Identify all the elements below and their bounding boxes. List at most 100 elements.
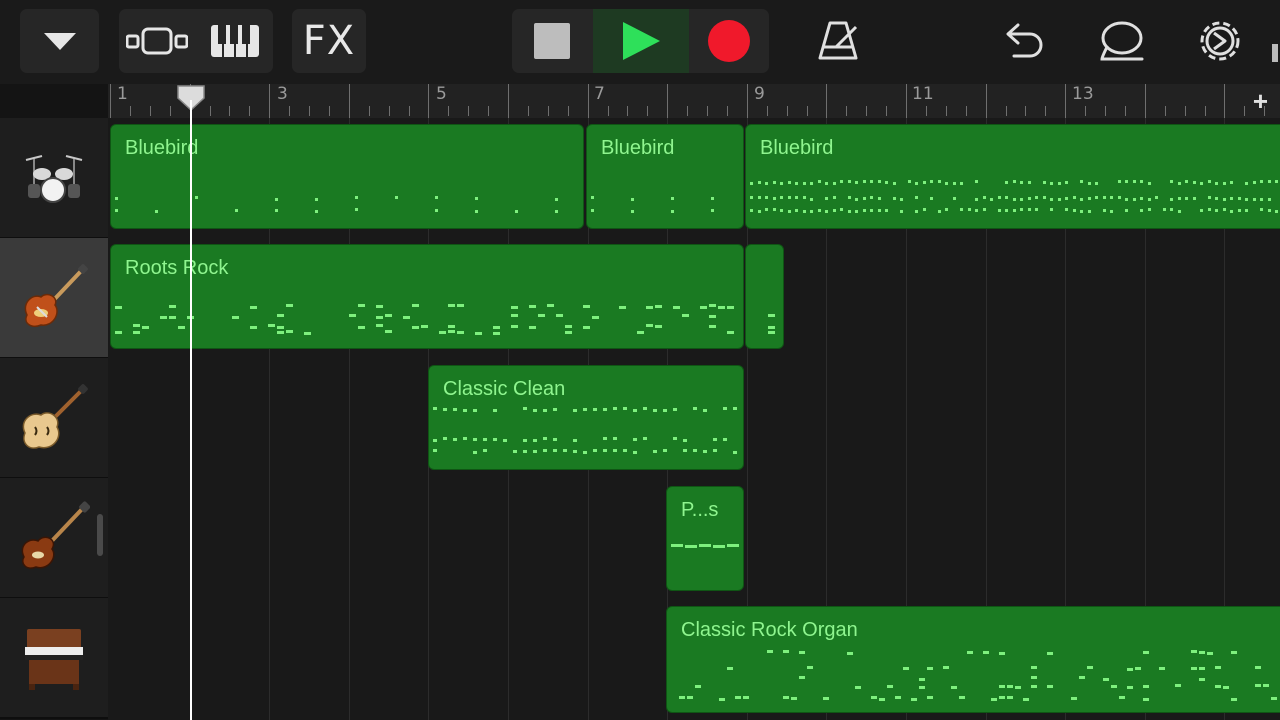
midi-note bbox=[1231, 651, 1237, 654]
play-button[interactable] bbox=[593, 9, 689, 73]
midi-note bbox=[877, 209, 881, 212]
midi-note bbox=[1170, 198, 1173, 201]
midi-note bbox=[959, 696, 965, 699]
midi-note bbox=[195, 196, 198, 199]
midi-note bbox=[555, 210, 558, 213]
midi-note bbox=[727, 331, 734, 334]
midi-note bbox=[1087, 182, 1091, 185]
midi-note bbox=[304, 332, 311, 335]
metronome-button[interactable] bbox=[812, 9, 864, 73]
midi-note bbox=[1200, 182, 1203, 185]
region-bluebird-2[interactable]: Bluebird bbox=[586, 124, 744, 229]
region-roots-rock-short[interactable] bbox=[745, 244, 784, 349]
region-bluebird-1[interactable]: Bluebird bbox=[110, 124, 584, 229]
midi-note bbox=[768, 331, 775, 334]
midi-note bbox=[613, 407, 617, 410]
midi-note bbox=[1207, 652, 1213, 655]
midi-note bbox=[421, 325, 428, 328]
loop-browser-button[interactable] bbox=[1094, 9, 1150, 73]
region-bluebird-3[interactable]: Bluebird bbox=[745, 124, 1280, 229]
fx-button[interactable]: FX bbox=[292, 9, 366, 73]
ruler-beat-tick bbox=[726, 106, 728, 116]
midi-note bbox=[895, 696, 901, 699]
ruler-bar-tick bbox=[1144, 84, 1146, 118]
add-section-button[interactable]: + bbox=[1253, 86, 1268, 117]
ruler-beat-tick bbox=[945, 106, 947, 116]
midi-note bbox=[1260, 180, 1263, 183]
midi-note bbox=[1007, 685, 1013, 688]
midi-note bbox=[817, 180, 821, 183]
midi-note bbox=[529, 305, 536, 308]
ruler-number: 7 bbox=[594, 84, 605, 104]
region-roots-rock[interactable]: Roots Rock bbox=[110, 244, 744, 349]
midi-note bbox=[709, 325, 716, 328]
ruler-beat-tick bbox=[1005, 106, 1007, 116]
midi-note bbox=[483, 438, 487, 441]
region-classic-rock-organ[interactable]: Classic Rock Organ bbox=[666, 606, 1280, 713]
region-classic-clean[interactable]: Classic Clean bbox=[428, 365, 744, 470]
timeline-ruler[interactable]: 1 3 5 7 9 11 13 + bbox=[108, 84, 1280, 119]
midi-note bbox=[646, 324, 653, 327]
track-header-organ[interactable] bbox=[0, 598, 108, 719]
more-icon[interactable] bbox=[1272, 44, 1278, 62]
menu-button[interactable] bbox=[20, 9, 99, 73]
midi-note bbox=[275, 209, 278, 212]
tracks-view-button[interactable] bbox=[119, 9, 195, 73]
track-header-hollow-guitar[interactable] bbox=[0, 358, 108, 479]
midi-note bbox=[765, 196, 768, 199]
midi-note bbox=[1087, 666, 1093, 669]
midi-note bbox=[1065, 181, 1068, 184]
midi-note bbox=[671, 210, 674, 213]
midi-note bbox=[768, 314, 775, 317]
organ-icon bbox=[25, 628, 83, 690]
header-scroll-indicator[interactable] bbox=[97, 514, 103, 556]
midi-note bbox=[799, 651, 805, 654]
midi-note bbox=[1012, 180, 1016, 183]
track-header-bass[interactable] bbox=[0, 478, 108, 599]
ruler-beat-tick bbox=[169, 106, 171, 116]
midi-note bbox=[1035, 208, 1038, 211]
settings-button[interactable] bbox=[1192, 9, 1248, 73]
midi-note bbox=[115, 197, 118, 200]
keyboard-view-button[interactable] bbox=[197, 9, 273, 73]
midi-note bbox=[1222, 198, 1226, 201]
track-header-drums[interactable] bbox=[0, 118, 108, 239]
midi-note bbox=[832, 182, 836, 185]
undo-button[interactable] bbox=[996, 9, 1048, 73]
midi-note bbox=[847, 210, 851, 213]
playhead[interactable] bbox=[190, 100, 192, 720]
midi-note bbox=[543, 437, 547, 440]
midi-note bbox=[533, 409, 537, 412]
midi-note bbox=[1175, 684, 1181, 687]
midi-note bbox=[433, 407, 437, 410]
stop-button[interactable] bbox=[512, 9, 592, 73]
midi-note bbox=[403, 316, 410, 319]
midi-note bbox=[855, 181, 858, 184]
midi-note bbox=[1042, 181, 1046, 184]
midi-note bbox=[169, 316, 176, 319]
midi-note bbox=[975, 209, 978, 212]
midi-note bbox=[553, 438, 557, 441]
midi-note bbox=[565, 331, 572, 334]
midi-note bbox=[780, 196, 783, 199]
midi-note bbox=[945, 208, 948, 211]
record-button[interactable] bbox=[689, 9, 769, 73]
midi-note bbox=[1057, 198, 1061, 201]
ruler-beat-tick bbox=[448, 106, 450, 116]
ruler-beat-tick bbox=[249, 106, 251, 116]
midi-note bbox=[870, 209, 873, 212]
midi-note bbox=[1119, 696, 1125, 699]
midi-note bbox=[133, 324, 140, 327]
midi-note bbox=[1143, 685, 1149, 688]
midi-note bbox=[855, 686, 861, 689]
midi-note bbox=[927, 696, 933, 699]
ruler-beat-tick bbox=[806, 106, 808, 116]
midi-note bbox=[1215, 182, 1218, 185]
region-bass[interactable]: P...s bbox=[666, 486, 744, 591]
midi-note bbox=[277, 314, 284, 317]
midi-note bbox=[1199, 678, 1205, 681]
midi-note bbox=[1191, 667, 1197, 670]
midi-note bbox=[115, 209, 118, 212]
track-header-electric-guitar[interactable] bbox=[0, 238, 108, 359]
midi-note bbox=[885, 209, 888, 212]
